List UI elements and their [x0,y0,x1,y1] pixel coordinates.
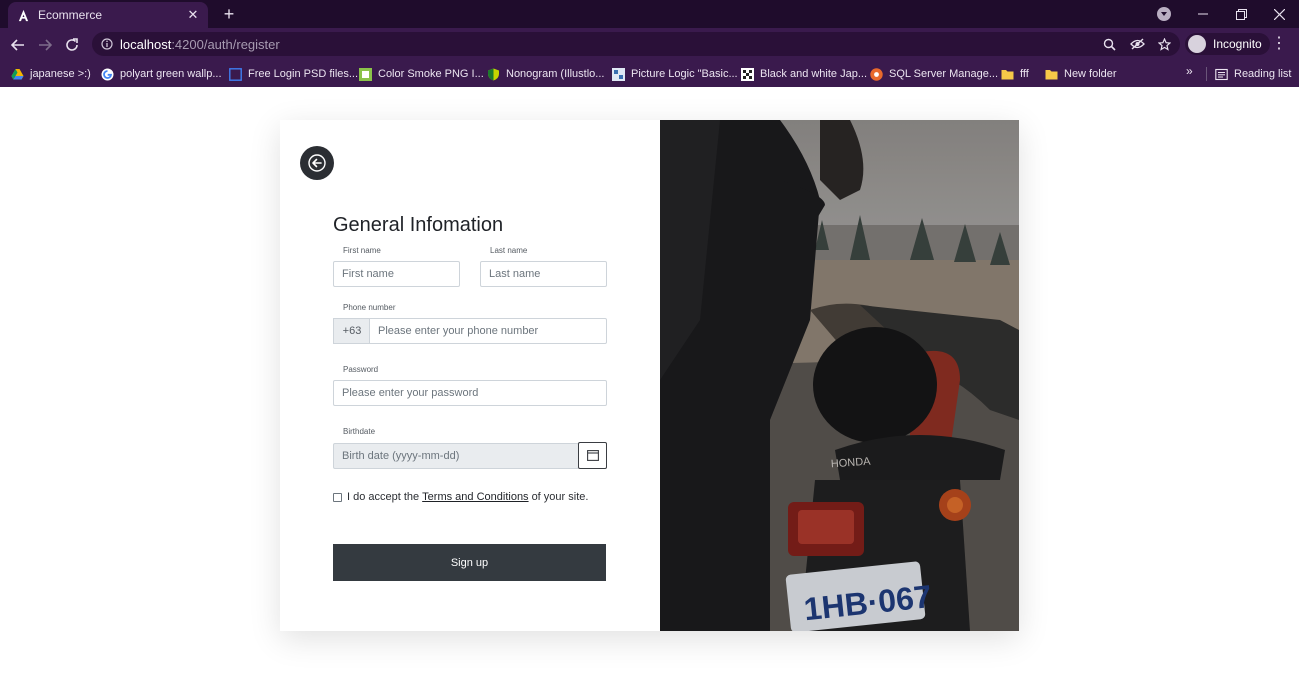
terms-link[interactable]: Terms and Conditions [422,491,528,503]
birthdate-input[interactable] [342,450,570,462]
star-icon[interactable] [1156,37,1172,51]
page-title: General Infomation [333,214,504,236]
terms-row: I do accept the Terms and Conditions of … [333,491,588,503]
folder-icon [1001,69,1014,79]
tab-search-icon[interactable] [1157,7,1171,21]
restore-icon[interactable] [1222,0,1260,28]
calendar-button[interactable] [578,442,607,469]
birthdate-label: Birthdate [343,427,376,436]
back-button[interactable] [300,146,334,180]
shield-icon [488,68,499,80]
password-label: Password [343,365,379,374]
bookmark-item[interactable]: Black and white Jap... [741,64,867,84]
arrow-left-icon [308,154,326,172]
grid-icon [741,67,754,81]
bookmarks-divider [1206,67,1207,81]
angular-icon [16,8,30,22]
register-form: General Infomation First name Last name … [280,120,660,631]
url-host: localhost [120,36,172,52]
last-name-label: Last name [490,246,528,255]
bookmark-item[interactable]: japanese >:) [11,64,91,84]
reload-icon[interactable] [61,34,83,56]
url-path: :4200/auth/register [171,36,280,52]
calendar-icon [586,450,599,461]
picture-icon [612,67,625,81]
green-box-icon [359,67,372,81]
last-name-field[interactable] [480,261,607,287]
tab-ecommerce[interactable]: Ecommerce ✕ [8,2,208,28]
browser-toolbar: localhost:4200/auth/register Incognito ⋮ [0,28,1299,60]
birthdate-field[interactable] [333,443,579,469]
bookmark-item[interactable]: Nonogram (Illustlo... [487,64,604,84]
back-arrow-icon[interactable] [7,34,29,56]
drive-icon [11,68,24,79]
bookmark-item[interactable]: Free Login PSD files... [229,64,358,84]
terms-text-after: of your site. [531,491,589,503]
incognito-profile-button[interactable]: Incognito [1185,33,1270,55]
folder-icon [1045,69,1058,79]
google-icon [101,68,114,80]
close-window-icon[interactable] [1260,0,1298,28]
bookmark-item[interactable]: Color Smoke PNG I... [359,64,484,84]
sign-up-button[interactable]: Sign up [333,544,606,581]
tab-title: Ecommerce [38,8,103,22]
bookmark-item[interactable]: polyart green wallp... [101,64,222,84]
profile-label: Incognito [1213,37,1262,51]
new-tab-button[interactable]: + [219,4,239,24]
eye-off-icon[interactable] [1129,37,1145,51]
register-card: General Infomation First name Last name … [280,120,1019,631]
incognito-icon [1188,35,1206,53]
phone-field[interactable] [369,318,607,344]
phone-prefix: +63 [333,318,370,344]
browser-menu-icon[interactable]: ⋮ [1271,34,1287,54]
close-tab-icon[interactable]: ✕ [186,7,200,23]
first-name-field[interactable] [333,261,460,287]
forward-arrow-icon[interactable] [34,34,56,56]
phone-label: Phone number [343,303,396,312]
bookmark-item[interactable]: New folder [1045,64,1117,84]
address-bar[interactable]: localhost:4200/auth/register [92,32,1180,56]
bookmark-item[interactable]: Picture Logic "Basic... [612,64,738,84]
reading-list-button[interactable]: Reading list [1215,64,1291,84]
bookmark-item[interactable]: fff [1001,64,1029,84]
reading-list-icon [1215,68,1228,80]
square-outline-icon [229,67,242,81]
more-bookmarks-button[interactable]: » [1186,64,1193,78]
first-name-input[interactable] [342,268,451,280]
site-info-icon[interactable] [100,37,114,51]
tab-strip: Ecommerce ✕ + [0,0,1299,28]
terms-checkbox[interactable] [333,492,342,502]
motorcycle-photo: HONDA 1HB·067 [660,120,1019,631]
bookmarks-bar: japanese >:) polyart green wallp... Free… [0,60,1299,87]
terms-text-before: I do accept the [347,491,420,503]
zoom-icon[interactable] [1101,37,1117,51]
password-field[interactable] [333,380,607,406]
bookmark-item[interactable]: SQL Server Manage... [870,64,998,84]
last-name-input[interactable] [489,268,598,280]
hero-image: HONDA 1HB·067 [660,120,1019,631]
first-name-label: First name [343,246,381,255]
phone-input[interactable] [378,325,598,337]
password-input[interactable] [342,387,598,399]
minimize-icon[interactable] [1184,0,1222,28]
orange-circle-icon [870,67,883,81]
